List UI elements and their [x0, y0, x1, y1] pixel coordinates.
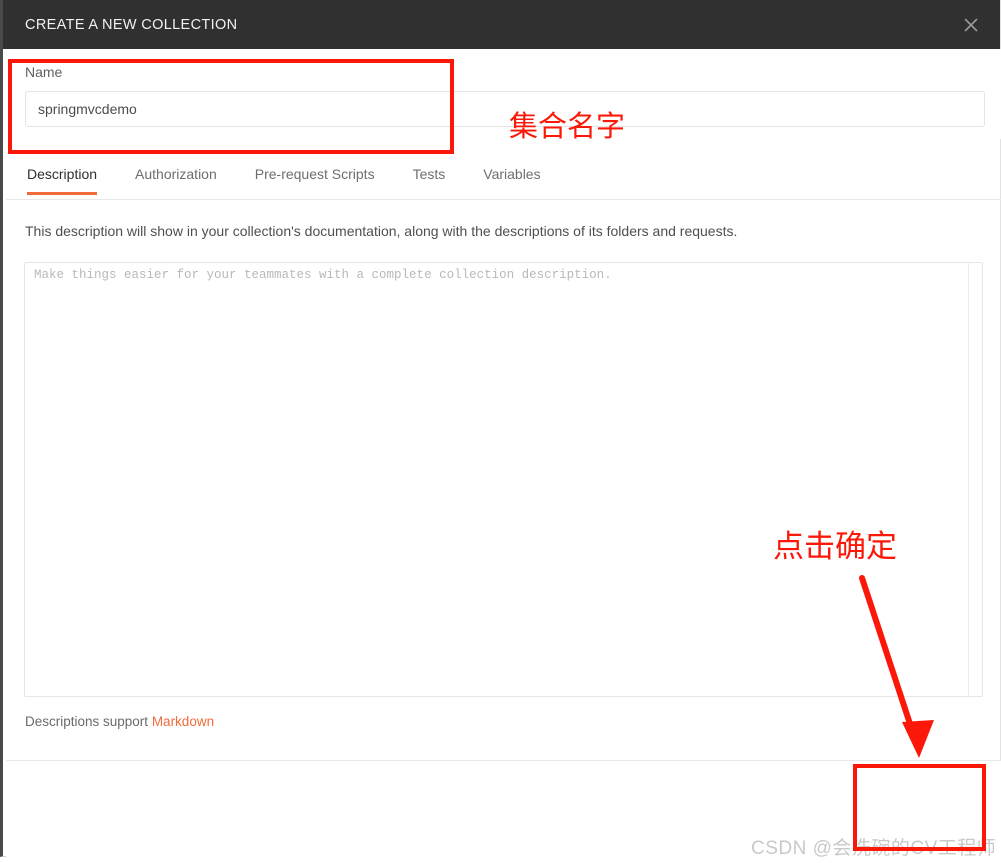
description-textarea[interactable]: Make things easier for your teammates wi… — [24, 262, 983, 697]
tab-pre-request-scripts[interactable]: Pre-request Scripts — [255, 158, 375, 194]
markdown-note: Descriptions support Markdown — [25, 714, 214, 729]
collection-name-input[interactable] — [25, 91, 985, 127]
tab-tests[interactable]: Tests — [413, 158, 446, 194]
csdn-watermark: CSDN @会洗碗的CV工程师 — [751, 838, 997, 859]
screenshot-root: CREATE A NEW COLLECTION Name Description… — [0, 0, 1001, 863]
tab-bar: Description Authorization Pre-request Sc… — [6, 158, 1001, 200]
tab-description[interactable]: Description — [27, 158, 98, 195]
create-collection-modal: CREATE A NEW COLLECTION Name Description… — [0, 0, 1001, 859]
name-label: Name — [25, 64, 63, 80]
markdown-link[interactable]: Markdown — [152, 714, 214, 729]
description-placeholder: Make things easier for your teammates wi… — [34, 268, 612, 282]
close-icon[interactable] — [956, 10, 986, 40]
description-help-text: This description will show in your colle… — [25, 223, 738, 239]
name-section: Name — [6, 49, 1001, 139]
modal-title: CREATE A NEW COLLECTION — [25, 16, 238, 33]
tab-variables[interactable]: Variables — [483, 158, 540, 194]
tab-authorization[interactable]: Authorization — [135, 158, 217, 194]
markdown-note-prefix: Descriptions support — [25, 714, 152, 729]
description-scrollbar[interactable] — [968, 263, 982, 696]
modal-header: CREATE A NEW COLLECTION — [3, 0, 1000, 49]
